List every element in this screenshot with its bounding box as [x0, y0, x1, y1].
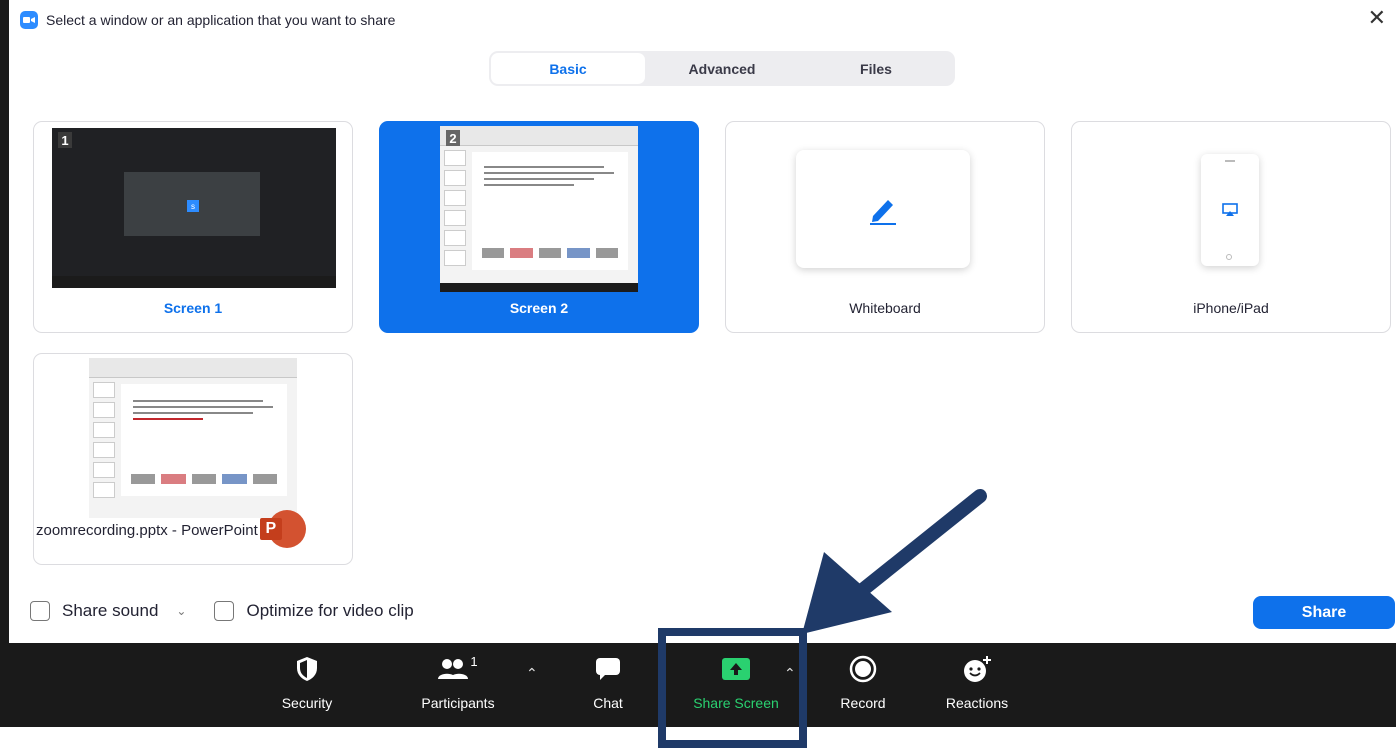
source-screen-1[interactable]: 1 s Screen 1: [33, 121, 353, 333]
chevron-down-icon[interactable]: ⌄: [176, 604, 186, 618]
thumbnail-slide: [121, 384, 287, 496]
thumbnail-slides-panel: [93, 382, 115, 500]
dialog-title: Select a window or an application that y…: [46, 12, 396, 28]
share-button[interactable]: Share: [1253, 596, 1395, 629]
screen-1-thumbnail: 1 s: [52, 128, 336, 288]
thumbnail-ribbon: [440, 126, 638, 146]
source-label: Whiteboard: [849, 300, 921, 316]
thumbnail-taskbar: [440, 283, 638, 292]
thumbnail-slide: [472, 152, 628, 270]
source-label: zoomrecording.pptx - PowerPoint: [36, 521, 258, 539]
share-options-bar: Share sound ⌄ Optimize for video clip Sh…: [18, 590, 1396, 632]
meeting-toolbar: Security 1 Participants ⌃ Chat Share Scr…: [0, 643, 1396, 727]
dialog-titlebar: Select a window or an application that y…: [20, 6, 395, 34]
zoom-logo-icon: [20, 11, 38, 29]
chat-button[interactable]: Chat: [586, 651, 630, 711]
thumbnail-logos: [482, 248, 619, 258]
participants-count: 1: [470, 654, 478, 669]
screen-2-thumbnail: 2: [440, 126, 638, 292]
source-label: Screen 1: [163, 300, 223, 316]
reactions-icon: [962, 651, 992, 687]
shield-icon: [295, 651, 319, 687]
powerpoint-label-row: zoomrecording.pptx - PowerPoint P: [36, 510, 306, 550]
phone-preview: [1201, 154, 1259, 266]
thumbnail-logos: [131, 474, 278, 484]
source-iphone-ipad[interactable]: iPhone/iPad: [1071, 121, 1391, 333]
source-powerpoint-window[interactable]: zoomrecording.pptx - PowerPoint P: [33, 353, 353, 565]
share-sound-checkbox[interactable]: [30, 601, 50, 621]
optimize-video-checkbox[interactable]: [214, 601, 235, 621]
participants-button[interactable]: 1 Participants: [410, 651, 506, 711]
chevron-up-icon[interactable]: ⌃: [526, 665, 538, 682]
participants-icon: 1: [438, 651, 478, 687]
tab-files[interactable]: Files: [799, 53, 953, 84]
record-icon: [849, 651, 877, 687]
thumbnail-app-icon: s: [187, 200, 199, 212]
screen-number: 2: [446, 130, 460, 146]
thumbnail-slides-panel: [444, 150, 466, 274]
record-button[interactable]: Record: [832, 651, 894, 711]
share-screen-icon: [722, 651, 750, 687]
powerpoint-thumbnail: [89, 358, 297, 518]
source-label: iPhone/iPad: [1193, 300, 1269, 316]
screen-number: 1: [58, 132, 72, 148]
tab-advanced[interactable]: Advanced: [645, 53, 799, 84]
thumbnail-taskbar: [52, 276, 336, 288]
source-whiteboard[interactable]: Whiteboard: [725, 121, 1045, 333]
share-screen-button[interactable]: Share Screen: [684, 651, 788, 711]
share-tabs: Basic Advanced Files: [489, 51, 955, 86]
tab-basic[interactable]: Basic: [491, 53, 645, 84]
source-screen-2[interactable]: 2 Screen 2: [379, 121, 699, 333]
thumbnail-ribbon: [89, 358, 297, 378]
powerpoint-icon: P: [259, 510, 306, 550]
share-screen-dialog: Select a window or an application that y…: [0, 0, 1396, 643]
share-sound-label: Share sound: [62, 601, 159, 620]
security-button[interactable]: Security: [272, 651, 342, 711]
chevron-up-icon[interactable]: ⌃: [784, 665, 796, 682]
reactions-button[interactable]: Reactions: [938, 651, 1016, 711]
airplay-icon: [1222, 203, 1238, 216]
close-icon[interactable]: ✕: [1368, 4, 1386, 32]
chat-icon: [595, 651, 621, 687]
source-label: Screen 2: [509, 300, 569, 316]
whiteboard-preview: [796, 150, 970, 268]
optimize-video-label: Optimize for video clip: [246, 601, 414, 620]
pen-icon: [870, 200, 896, 225]
